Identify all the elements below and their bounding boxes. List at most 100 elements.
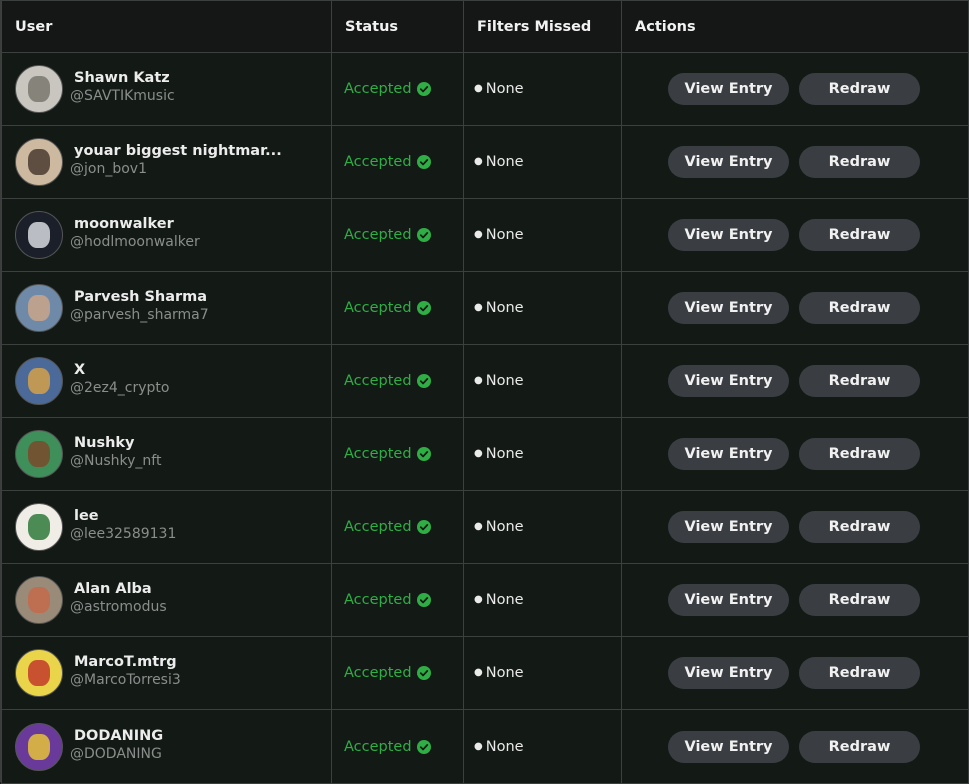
user-display-name[interactable]: DODANING xyxy=(74,727,163,745)
view-entry-button[interactable]: View Entry xyxy=(668,584,789,616)
redraw-button[interactable]: Redraw xyxy=(799,73,920,105)
table-header-row: User Status Filters Missed Actions xyxy=(1,0,969,53)
filters-missed-value: None xyxy=(485,446,524,462)
redraw-button[interactable]: Redraw xyxy=(799,365,920,397)
user-handle[interactable]: @lee32589131 xyxy=(70,525,176,543)
user-display-name[interactable]: Shawn Katz xyxy=(74,69,175,87)
status-cell: Accepted xyxy=(331,709,464,784)
check-circle-icon xyxy=(416,447,431,461)
user-cell: Parvesh Sharma @parvesh_sharma7 xyxy=(1,271,332,345)
avatar[interactable] xyxy=(15,138,63,186)
user-display-name[interactable]: MarcoT.mtrg xyxy=(74,653,181,671)
status-label: Accepted xyxy=(344,592,412,608)
view-entry-button[interactable]: View Entry xyxy=(668,657,789,689)
user-display-name[interactable]: Nushky xyxy=(74,434,161,452)
view-entry-button[interactable]: View Entry xyxy=(668,511,789,543)
user-handle[interactable]: @astromodus xyxy=(70,598,167,616)
user-info: lee @lee32589131 xyxy=(2,503,331,551)
column-header-filters-missed[interactable]: Filters Missed xyxy=(463,0,622,53)
user-handle[interactable]: @DODANING xyxy=(70,745,163,763)
actions-cell: View Entry Redraw xyxy=(621,709,969,784)
status-cell: Accepted xyxy=(331,125,464,199)
table-row: Parvesh Sharma @parvesh_sharma7 Accepted… xyxy=(1,271,969,345)
user-display-name[interactable]: X xyxy=(74,361,169,379)
view-entry-button[interactable]: View Entry xyxy=(668,73,789,105)
avatar[interactable] xyxy=(15,503,63,551)
view-entry-button[interactable]: View Entry xyxy=(668,146,789,178)
status-label: Accepted xyxy=(344,665,412,681)
user-handle[interactable]: @hodlmoonwalker xyxy=(70,233,200,251)
avatar[interactable] xyxy=(15,357,63,405)
column-header-status[interactable]: Status xyxy=(331,0,464,53)
status-cell: Accepted xyxy=(331,490,464,564)
redraw-button[interactable]: Redraw xyxy=(799,146,920,178)
view-entry-button[interactable]: View Entry xyxy=(668,730,789,763)
actions-cell: View Entry Redraw xyxy=(621,52,969,126)
avatar[interactable] xyxy=(15,430,63,478)
user-handle[interactable]: @jon_bov1 xyxy=(70,160,282,178)
redraw-button[interactable]: Redraw xyxy=(799,657,920,689)
status-badge: Accepted xyxy=(332,592,463,608)
redraw-button[interactable]: Redraw xyxy=(799,584,920,616)
filters-missed-cell: ● None xyxy=(463,198,622,272)
filters-missed-cell: ● None xyxy=(463,344,622,418)
user-handle[interactable]: @MarcoTorresi3 xyxy=(70,671,181,689)
status-cell: Accepted xyxy=(331,563,464,637)
avatar[interactable] xyxy=(15,576,63,624)
user-handle[interactable]: @2ez4_crypto xyxy=(70,379,169,397)
status-badge: Accepted xyxy=(332,665,463,681)
filters-missed-value: None xyxy=(485,519,524,535)
check-circle-icon xyxy=(416,228,431,242)
filters-missed-cell: ● None xyxy=(463,52,622,126)
check-circle-icon xyxy=(416,520,431,534)
user-info: Alan Alba @astromodus xyxy=(2,576,331,624)
status-badge: Accepted xyxy=(332,227,463,243)
view-entry-button[interactable]: View Entry xyxy=(668,292,789,324)
user-display-name[interactable]: moonwalker xyxy=(74,215,200,233)
avatar[interactable] xyxy=(15,722,63,771)
redraw-button[interactable]: Redraw xyxy=(799,511,920,543)
user-handle[interactable]: @SAVTIKmusic xyxy=(70,87,175,105)
user-display-name[interactable]: Alan Alba xyxy=(74,580,167,598)
table-row: X @2ez4_crypto Accepted ● None View Entry xyxy=(1,344,969,418)
user-info: Shawn Katz @SAVTIKmusic xyxy=(2,65,331,113)
view-entry-button[interactable]: View Entry xyxy=(668,365,789,397)
status-badge: Accepted xyxy=(332,154,463,170)
bullet-icon: ● xyxy=(474,667,483,678)
user-info: DODANING @DODANING xyxy=(2,722,331,771)
redraw-button[interactable]: Redraw xyxy=(799,730,920,763)
status-badge: Accepted xyxy=(332,81,463,97)
avatar[interactable] xyxy=(15,65,63,113)
actions-cell: View Entry Redraw xyxy=(621,490,969,564)
status-badge: Accepted xyxy=(332,300,463,316)
redraw-button[interactable]: Redraw xyxy=(799,438,920,470)
row-actions: View Entry Redraw xyxy=(622,73,968,105)
filters-missed-cell: ● None xyxy=(463,709,622,784)
column-header-user[interactable]: User xyxy=(1,0,332,53)
filters-missed-cell: ● None xyxy=(463,271,622,345)
view-entry-button[interactable]: View Entry xyxy=(668,438,789,470)
avatar[interactable] xyxy=(15,284,63,332)
status-cell: Accepted xyxy=(331,271,464,345)
row-actions: View Entry Redraw xyxy=(622,219,968,251)
user-cell: Alan Alba @astromodus xyxy=(1,563,332,637)
user-display-name[interactable]: youar biggest nightmar... xyxy=(74,142,282,160)
avatar[interactable] xyxy=(15,649,63,697)
user-cell: moonwalker @hodlmoonwalker xyxy=(1,198,332,272)
user-handle[interactable]: @Nushky_nft xyxy=(70,452,161,470)
user-display-name[interactable]: lee xyxy=(74,507,176,525)
avatar-figure xyxy=(28,660,50,686)
actions-cell: View Entry Redraw xyxy=(621,636,969,710)
avatar-figure xyxy=(28,587,50,613)
avatar[interactable] xyxy=(15,211,63,259)
redraw-button[interactable]: Redraw xyxy=(799,219,920,251)
row-actions: View Entry Redraw xyxy=(622,511,968,543)
user-display-name[interactable]: Parvesh Sharma xyxy=(74,288,209,306)
user-cell: youar biggest nightmar... @jon_bov1 xyxy=(1,125,332,199)
status-label: Accepted xyxy=(344,373,412,389)
user-handle[interactable]: @parvesh_sharma7 xyxy=(70,306,209,324)
redraw-button[interactable]: Redraw xyxy=(799,292,920,324)
check-circle-icon xyxy=(416,155,431,169)
view-entry-button[interactable]: View Entry xyxy=(668,219,789,251)
status-cell: Accepted xyxy=(331,417,464,491)
